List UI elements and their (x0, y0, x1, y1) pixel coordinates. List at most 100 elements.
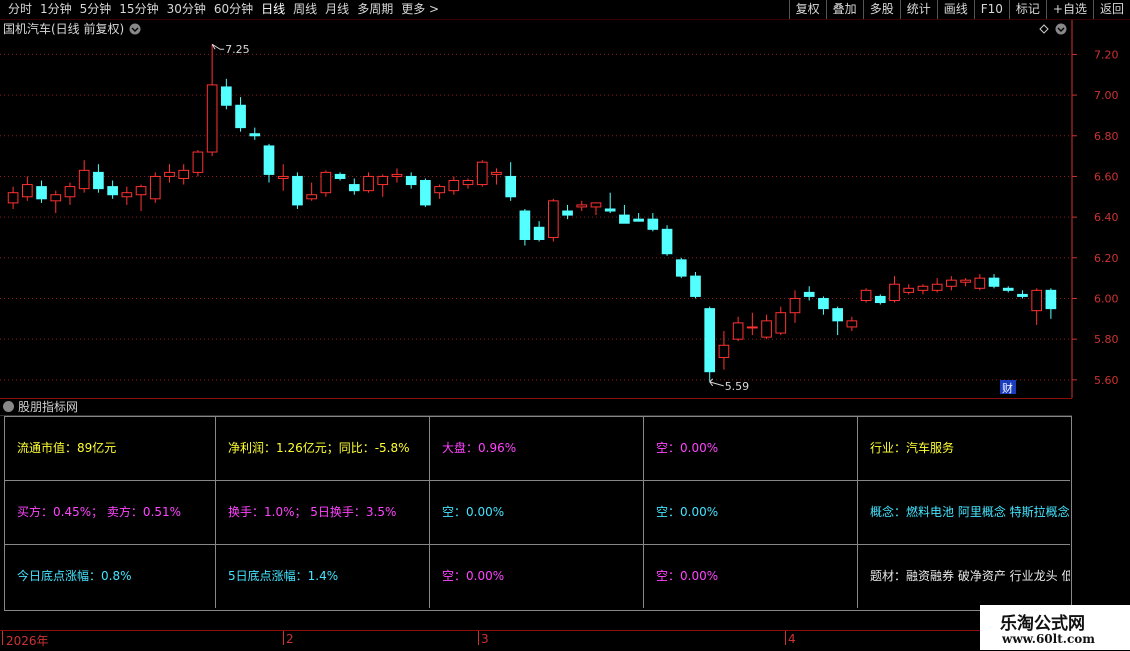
candle-up (21, 184, 33, 198)
date-tick (283, 631, 284, 645)
date-tick (2, 631, 3, 645)
candle-up (476, 161, 488, 186)
candle-up (590, 202, 602, 208)
chart-title: 国机汽车(日线 前复权) (3, 21, 124, 36)
diamond-icon[interactable] (1039, 24, 1049, 34)
tab-60min[interactable]: 60分钟 (210, 1, 257, 18)
tab-5min[interactable]: 5分钟 (76, 1, 116, 18)
tab-multi-period[interactable]: 多周期 (353, 1, 397, 18)
multi-stock-button[interactable]: 多股 (862, 0, 900, 19)
candle-down (334, 173, 346, 179)
indicator-grid: 流通市值：89亿元 净利润：1.26亿元；同比：-5.8% 大盘：0.96% 空… (4, 416, 1072, 611)
candle-down (675, 259, 687, 277)
stats-button[interactable]: 统计 (899, 0, 937, 19)
candle-down (533, 226, 545, 240)
date-label-mar: 3 (481, 632, 489, 646)
concepts: 概念：燃料电池 阿里概念 特斯拉概念 (870, 505, 1070, 519)
right-side-strip (1072, 20, 1130, 630)
tab-15min[interactable]: 15分钟 (115, 1, 162, 18)
indicator-cell: 净利润：1.26亿元；同比：-5.8% (216, 417, 430, 481)
panel-chevron-icon[interactable] (3, 401, 14, 412)
candle-up (761, 320, 772, 338)
candle-up (931, 283, 943, 291)
candle-up (206, 84, 218, 153)
candle-down (348, 184, 360, 192)
candle-up (448, 180, 460, 192)
candle-down (988, 277, 1000, 287)
candle-up (775, 312, 787, 334)
empty-value: 空：0.00% (656, 505, 719, 519)
candle-down (874, 295, 886, 304)
candle-up (178, 169, 190, 179)
themes: 题材：融资融券 破净资产 行业龙头 低 (870, 569, 1070, 583)
tab-30min[interactable]: 30分钟 (163, 1, 210, 18)
empty-value: 空：0.00% (656, 441, 719, 455)
indicator-cell: 空：0.00% (430, 481, 644, 545)
indicator-panel-header: 股朋指标网 (0, 398, 1072, 416)
settings-circle-icon[interactable] (1055, 23, 1067, 35)
candle-up (576, 204, 588, 208)
indicator-cell: 买方：0.45%； 卖方：0.51% (5, 481, 216, 545)
candle-down (519, 210, 531, 240)
kline-chart[interactable]: 7.20 7.00 6.80 6.60 6.40 6.20 6.00 5.80 5.60 7.2… (0, 20, 1130, 398)
market-index: 大盘：0.96% (442, 441, 517, 455)
five-day-low-gain: 5日底点涨幅：1.4% (228, 569, 339, 583)
candle-down (93, 171, 104, 190)
candle-down (661, 228, 673, 255)
candle-down (633, 218, 644, 222)
candle-up (306, 194, 317, 200)
chart-dropdown-icon[interactable] (129, 23, 141, 35)
candle-down (263, 145, 275, 175)
indicator-cell: 行业：汽车服务 (858, 417, 1070, 481)
tab-weekly[interactable]: 周线 (289, 1, 321, 18)
candle-up (789, 297, 801, 314)
overlay-button[interactable]: 叠加 (825, 0, 863, 19)
tab-1min[interactable]: 1分钟 (36, 1, 76, 18)
candle-down (818, 297, 829, 310)
candle-up (50, 194, 62, 202)
candle-up (462, 180, 474, 186)
candle-up (547, 200, 559, 238)
mark-button[interactable]: 标记 (1008, 0, 1046, 19)
f10-button[interactable]: F10 (973, 0, 1009, 19)
net-profit: 净利润：1.26亿元；同比：-5.8% (228, 441, 410, 455)
candle-up (7, 192, 19, 204)
candle-down (619, 214, 630, 224)
candle-down (505, 175, 517, 198)
indicator-panel-title: 股朋指标网 (18, 400, 79, 414)
add-watchlist-button[interactable]: +自选 (1045, 0, 1093, 19)
tab-fenshi[interactable]: 分时 (4, 1, 36, 18)
indicator-cell: 换手：1.0%； 5日换手：3.5% (216, 481, 430, 545)
candle-up (434, 186, 445, 194)
action-buttons: 复权 叠加 多股 统计 画线 F10 标记 +自选 返回 (788, 0, 1130, 19)
low-price-label: 5.59 (725, 380, 750, 393)
indicator-cell: 概念：燃料电池 阿里概念 特斯拉概念 (858, 481, 1070, 545)
candle-up (946, 279, 957, 287)
fuquan-button[interactable]: 复权 (788, 0, 826, 19)
candle-up (192, 151, 204, 173)
date-tick (785, 631, 786, 645)
back-button[interactable]: 返回 (1092, 0, 1130, 19)
tab-monthly[interactable]: 月线 (321, 1, 353, 18)
draw-line-button[interactable]: 画线 (936, 0, 974, 19)
candle-up (135, 186, 147, 196)
date-label-year: 2026年 (6, 634, 49, 648)
date-label-apr: 4 (788, 632, 796, 646)
indicator-cell: 流通市值：89亿元 (5, 417, 216, 481)
period-tabs: 分时 1分钟 5分钟 15分钟 30分钟 60分钟 日线 周线 月线 多周期 更… (4, 1, 443, 18)
watermark-url: www.60lt.com (1002, 632, 1095, 646)
candle-up (860, 289, 872, 302)
indicator-cell: 题材：融资融券 破净资产 行业龙头 低 (858, 545, 1070, 608)
tab-more[interactable]: 更多 > (397, 1, 443, 18)
candle-down (832, 308, 843, 322)
date-axis: 2026年 2 3 4 (0, 630, 980, 651)
kline-svg[interactable]: 7.207.006.806.606.406.206.005.805.60 7.2… (0, 20, 1130, 398)
indicator-cell: 空：0.00% (644, 417, 858, 481)
indicator-cell: 空：0.00% (644, 481, 858, 545)
watermark-title: 乐淘公式网 (1000, 614, 1085, 634)
cai-badge[interactable]: 财 (1002, 381, 1013, 395)
candle-up (846, 320, 858, 328)
tab-daily[interactable]: 日线 (257, 1, 289, 18)
candle-up (391, 173, 403, 177)
candle-down (1045, 289, 1057, 310)
